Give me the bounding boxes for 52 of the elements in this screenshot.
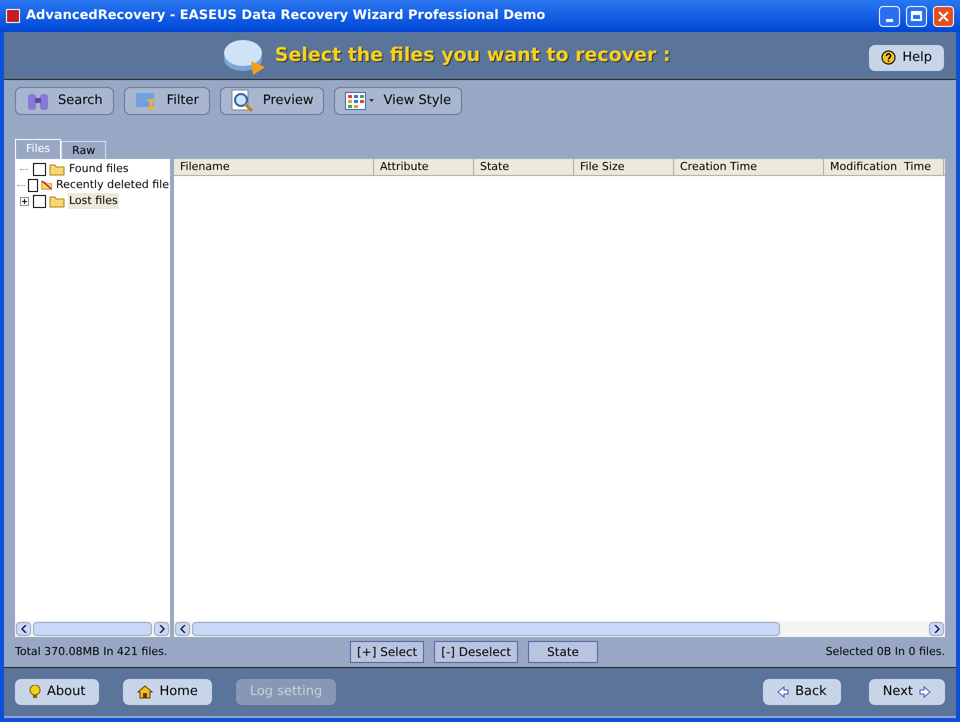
header-title: Select the files you want to recover : bbox=[274, 43, 671, 68]
chevron-left-icon bbox=[20, 625, 26, 633]
column-header[interactable]: State bbox=[474, 159, 574, 175]
grid-view-icon bbox=[345, 92, 376, 110]
maximize-button[interactable] bbox=[906, 6, 927, 26]
close-button[interactable] bbox=[933, 6, 954, 26]
scroll-left-button[interactable] bbox=[175, 622, 190, 636]
action-button[interactable]: [+] Select bbox=[350, 641, 424, 663]
expand-icon[interactable] bbox=[20, 196, 28, 206]
action-button[interactable]: State bbox=[528, 641, 598, 663]
tree-item[interactable]: Recently deleted file bbox=[55, 176, 170, 194]
minimize-button[interactable] bbox=[879, 6, 900, 26]
selected-status: Selected 0B In 0 files. bbox=[826, 644, 945, 660]
help-button[interactable]: Help bbox=[869, 44, 944, 70]
total-status: Total 370.08MB In 421 files. bbox=[15, 644, 168, 660]
column-header[interactable]: Attribute bbox=[374, 159, 474, 175]
close-icon bbox=[938, 10, 949, 22]
scroll-right-button[interactable] bbox=[154, 622, 169, 636]
tree-item[interactable]: Found files bbox=[68, 160, 130, 178]
tree-checkbox[interactable] bbox=[28, 178, 38, 192]
chevron-left-icon bbox=[180, 625, 186, 633]
column-header[interactable]: Filename bbox=[174, 159, 374, 175]
toolbar-button[interactable]: Preview bbox=[220, 87, 324, 115]
column-header[interactable]: File Size bbox=[574, 159, 674, 175]
footer-button[interactable]: About bbox=[15, 679, 100, 705]
column-header[interactable]: Modification Time bbox=[824, 159, 944, 175]
footer-button[interactable]: Back bbox=[763, 679, 841, 705]
right-arrow-icon bbox=[919, 686, 931, 698]
footer-button[interactable]: Home bbox=[123, 679, 212, 705]
toolbar-button[interactable]: Filter bbox=[124, 87, 210, 115]
tab[interactable]: Raw bbox=[61, 141, 106, 159]
chevron-right-icon bbox=[158, 625, 164, 633]
footer-button[interactable]: Next bbox=[868, 679, 945, 705]
scrollbar-thumb[interactable] bbox=[33, 622, 152, 636]
magnifier-icon bbox=[230, 89, 255, 113]
question-icon bbox=[881, 50, 896, 65]
house-icon bbox=[137, 685, 154, 699]
tree-checkbox[interactable] bbox=[33, 194, 46, 208]
left-arrow-icon bbox=[777, 686, 790, 698]
scroll-left-button[interactable] bbox=[16, 622, 31, 636]
tree-item[interactable]: Lost files bbox=[68, 192, 119, 210]
tree-checkbox[interactable] bbox=[33, 162, 46, 176]
scroll-right-button[interactable] bbox=[929, 622, 944, 636]
window-title: AdvancedRecovery - EASEUS Data Recovery Wizard Professional Demo bbox=[26, 7, 546, 26]
column-header[interactable]: Creation Time bbox=[674, 159, 824, 175]
action-button[interactable]: [-] Deselect bbox=[434, 641, 518, 663]
scrollbar-thumb[interactable] bbox=[192, 622, 780, 636]
chevron-right-icon bbox=[934, 625, 940, 633]
lightbulb-icon bbox=[29, 685, 41, 699]
toolbar-button[interactable]: Search bbox=[15, 87, 114, 115]
toolbar-button[interactable]: View Style bbox=[334, 87, 462, 115]
app-icon bbox=[6, 9, 20, 23]
